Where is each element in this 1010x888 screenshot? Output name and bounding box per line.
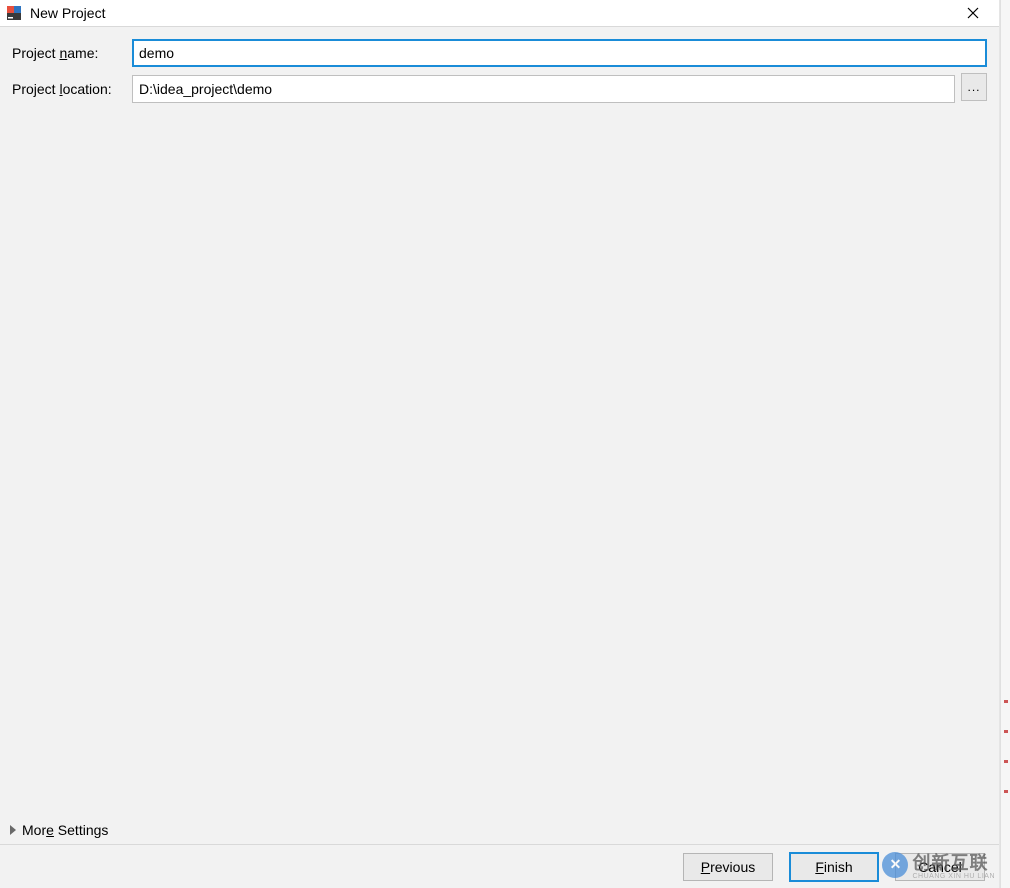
dialog-footer: Previous Finish Cancel [0,844,999,888]
project-name-row: Project name: [12,39,987,67]
intellij-icon [6,5,22,21]
form-area: Project name: Project location: ... [0,27,999,103]
background-edge [1000,0,1010,888]
previous-button[interactable]: Previous [683,853,773,881]
close-icon [967,7,979,19]
close-button[interactable] [953,1,993,25]
project-name-label: Project name: [12,45,132,61]
browse-location-button[interactable]: ... [961,73,987,101]
project-location-input[interactable] [132,75,955,103]
project-name-input[interactable] [132,39,987,67]
new-project-dialog: New Project Project name: Project locati… [0,0,1000,888]
dialog-title: New Project [30,5,953,21]
project-location-label: Project location: [12,81,132,97]
titlebar: New Project [0,0,999,26]
cancel-button[interactable]: Cancel [895,853,985,881]
more-settings-expander[interactable]: More Settings [10,822,108,838]
project-location-row: Project location: ... [12,75,987,103]
expand-right-icon [10,825,16,835]
finish-button[interactable]: Finish [789,852,879,882]
